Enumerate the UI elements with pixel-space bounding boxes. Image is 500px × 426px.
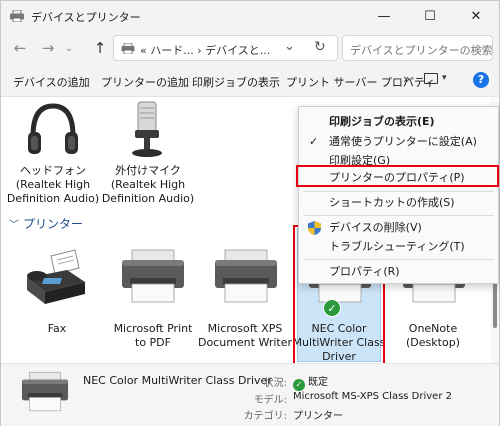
search-placeholder: デバイスとプリンターの検索 [350, 44, 493, 57]
breadcrumb[interactable]: « ハード... › デバイスと... [140, 42, 270, 58]
add-printer-button[interactable]: プリンターの追加 [101, 74, 189, 90]
menu-separator [303, 215, 494, 216]
shield-icon [308, 221, 321, 235]
close-button[interactable]: ✕ [453, 1, 499, 31]
device-label-microphone[interactable]: 外付けマイク (Realtek High Definition Audio) [100, 164, 196, 206]
menu-item-label: デバイスの削除(V) [329, 221, 422, 234]
status-label: 状況: [263, 378, 287, 389]
menu-item-label: 通常使うプリンターに設定(A) [329, 135, 477, 148]
command-bar: デバイスの追加 プリンターの追加 印刷ジョブの表示 プリント サーバー プロパテ… [1, 65, 499, 97]
menu-item-set-default-printer[interactable]: ✓ 通常使うプリンターに設定(A) [299, 132, 498, 152]
up-button[interactable]: ↑ [89, 38, 111, 58]
section-title: プリンター [23, 217, 84, 231]
check-icon: ✓ [293, 379, 305, 391]
menu-separator [303, 191, 494, 192]
help-button[interactable]: ? [473, 72, 489, 88]
model-label: モデル: [253, 395, 287, 406]
printer-icon[interactable] [118, 248, 188, 308]
minimize-button[interactable]: — [361, 1, 407, 31]
context-menu: 印刷ジョブの表示(E) ✓ 通常使うプリンターに設定(A) 印刷設定(G) プリ… [298, 106, 499, 284]
view-icon[interactable] [424, 73, 438, 84]
device-label-text: 外付けマイク (Realtek High Definition Audio) [101, 164, 195, 205]
printer-icon [121, 43, 135, 54]
printers-section-header[interactable]: ﹀ プリンター [9, 215, 83, 232]
printer-label-text: Fax [47, 322, 67, 335]
menu-item-remove-device[interactable]: デバイスの削除(V) [299, 218, 498, 238]
window-title: デバイスとプリンター [31, 11, 141, 24]
recent-locations-dropdown[interactable]: ⌄ [61, 38, 77, 58]
printer-label-print-to-pdf[interactable]: Microsoft Print to PDF [105, 322, 201, 350]
category-label: カテゴリ: [243, 411, 287, 422]
address-dropdown-icon[interactable]: ⌄ [284, 39, 295, 54]
printer-label-text: Microsoft XPS Document Writer [197, 322, 293, 349]
printer-label-fax[interactable]: Fax [9, 322, 105, 336]
devices-and-printers-window: デバイスとプリンター — ☐ ✕ ← → ⌄ ↑ « ハード... › デバイス… [0, 0, 500, 426]
printer-icon [21, 371, 69, 412]
print-jobs-button[interactable]: 印刷ジョブの表示 [192, 74, 280, 90]
refresh-icon[interactable]: ↻ [314, 39, 326, 55]
menu-item-highlight [296, 165, 499, 187]
forward-button[interactable]: → [37, 38, 59, 58]
printer-label-xps-writer[interactable]: Microsoft XPS Document Writer [197, 322, 293, 350]
navigation-bar: ← → ⌄ ↑ « ハード... › デバイスと... ⌄ ↻ デバイスとプリン… [1, 31, 499, 65]
printer-icon[interactable] [211, 248, 281, 308]
printer-label-text: Microsoft Print to PDF [113, 322, 193, 349]
view-dropdown-icon[interactable]: ▾ [442, 73, 447, 83]
fax-icon[interactable] [21, 248, 91, 308]
headphones-icon[interactable] [23, 100, 83, 160]
status-text: 既定 [308, 377, 328, 388]
menu-separator [303, 259, 494, 260]
menu-item-troubleshoot[interactable]: トラブルシューティング(T) [299, 237, 498, 257]
search-input[interactable]: デバイスとプリンターの検索 [342, 35, 493, 61]
check-icon: ✓ [309, 135, 319, 148]
device-label-headphones[interactable]: ヘッドフォン (Realtek High Definition Audio) [5, 164, 101, 206]
address-bar[interactable]: « ハード... › デバイスと... ⌄ ↻ [113, 35, 338, 61]
device-label-text: ヘッドフォン (Realtek High Definition Audio) [6, 164, 100, 205]
maximize-button[interactable]: ☐ [407, 1, 453, 31]
print-server-properties-button[interactable]: プリント サーバー プロパティ [286, 74, 435, 90]
printer-icon [10, 10, 24, 22]
printer-label-text: OneNote (Desktop) [406, 322, 460, 349]
title-bar: デバイスとプリンター — ☐ ✕ [1, 1, 499, 31]
microphone-icon[interactable] [118, 100, 178, 160]
menu-item-properties[interactable]: プロパティ(R) [299, 262, 498, 282]
more-commands-button[interactable]: » [403, 72, 410, 86]
details-pane: NEC Color MultiWriter Class Driver 状況: ✓… [1, 363, 499, 426]
category-value: プリンター [293, 411, 343, 422]
printer-label-onenote[interactable]: OneNote (Desktop) [385, 322, 481, 350]
menu-item-view-print-jobs[interactable]: 印刷ジョブの表示(E) [299, 112, 498, 132]
add-device-button[interactable]: デバイスの追加 [13, 74, 90, 90]
menu-item-create-shortcut[interactable]: ショートカットの作成(S) [299, 193, 498, 213]
back-button[interactable]: ← [9, 38, 31, 58]
model-value: Microsoft MS-XPS Class Driver 2 [293, 391, 452, 402]
collapse-chevron-icon[interactable]: ﹀ [9, 216, 19, 231]
status-value: ✓ 既定 [293, 373, 328, 391]
